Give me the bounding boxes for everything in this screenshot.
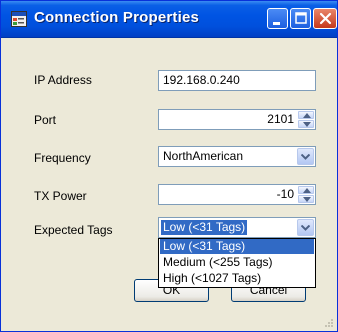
close-icon — [319, 12, 332, 25]
ip-address-label: IP Address — [34, 73, 92, 87]
close-button[interactable] — [313, 8, 337, 29]
app-window-icon — [11, 11, 27, 27]
connection-properties-window: Connection Properties IP Address 192.168… — [0, 0, 338, 332]
chevron-down-icon — [301, 225, 310, 231]
expected-tags-label: Expected Tags — [34, 223, 113, 237]
tx-power-value: -10 — [276, 187, 294, 201]
frequency-label: Frequency — [34, 151, 91, 165]
port-label: Port — [34, 113, 57, 127]
expected-tags-options-list: Low (<31 Tags) Medium (<255 Tags) High (… — [158, 238, 316, 288]
resize-grip-icon[interactable] — [324, 318, 334, 328]
maximize-icon — [295, 12, 307, 24]
expected-tags-value: Low (<31 Tags) — [161, 220, 248, 235]
arrow-down-icon — [303, 122, 311, 127]
port-stepper[interactable]: 2101 — [158, 109, 316, 130]
minimize-button[interactable] — [267, 8, 288, 29]
tx-power-stepper[interactable]: -10 — [158, 184, 316, 205]
ip-address-value: 192.168.0.240 — [163, 73, 240, 87]
maximize-button[interactable] — [290, 8, 311, 29]
option-high[interactable]: High (<1027 Tags) — [160, 271, 314, 286]
port-spin-buttons — [298, 111, 314, 128]
expected-tags-dropdown[interactable]: Low (<31 Tags) — [158, 217, 316, 238]
arrow-up-icon — [303, 188, 311, 193]
tx-power-increment-button[interactable] — [298, 186, 314, 194]
tx-power-decrement-button[interactable] — [298, 195, 314, 203]
tx-power-spin-buttons — [298, 186, 314, 203]
port-increment-button[interactable] — [298, 111, 314, 119]
ip-address-field[interactable]: 192.168.0.240 — [158, 70, 316, 91]
arrow-up-icon — [303, 113, 311, 118]
window-title: Connection Properties — [34, 9, 200, 26]
minimize-icon — [273, 22, 280, 25]
frequency-dropdown[interactable]: NorthAmerican — [158, 146, 316, 167]
tx-power-label: TX Power — [34, 189, 87, 203]
expected-tags-dropdown-button[interactable] — [297, 219, 314, 236]
title-bar[interactable]: Connection Properties — [1, 1, 337, 38]
chevron-down-icon — [301, 154, 310, 160]
option-low[interactable]: Low (<31 Tags) — [160, 239, 314, 254]
frequency-dropdown-button[interactable] — [297, 148, 314, 165]
port-decrement-button[interactable] — [298, 120, 314, 128]
frequency-value: NorthAmerican — [163, 149, 244, 163]
port-value: 2101 — [267, 112, 294, 126]
option-medium[interactable]: Medium (<255 Tags) — [160, 255, 314, 270]
arrow-down-icon — [303, 197, 311, 202]
